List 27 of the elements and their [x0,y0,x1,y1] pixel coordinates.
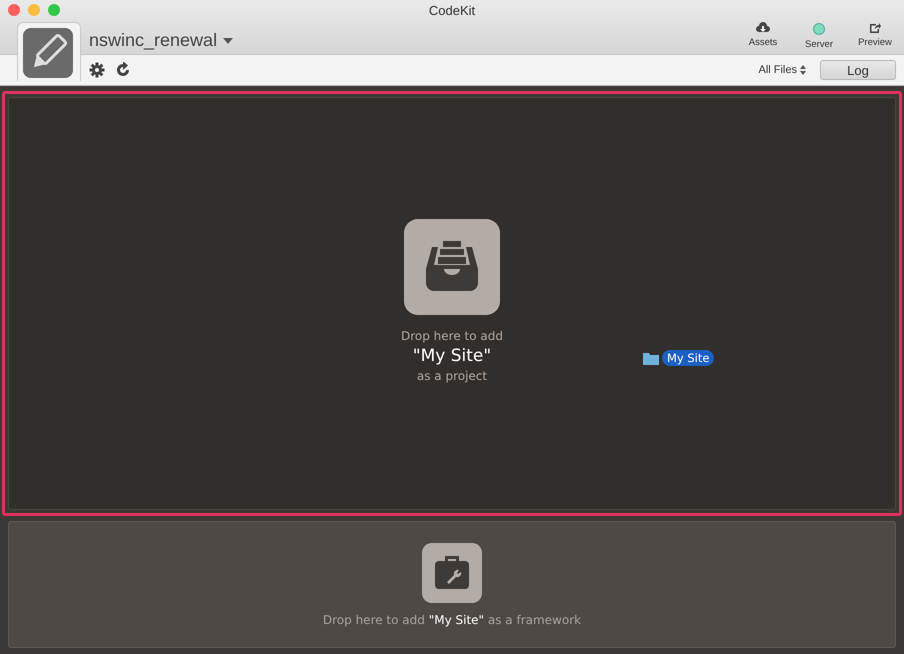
toolbar-button[interactable]: Server [798,22,840,50]
stepper-icon [800,65,806,75]
close-button[interactable] [8,4,20,16]
drop-hint: Drop here to add "My Site" as a framework [322,612,582,626]
settings-icon[interactable] [89,62,105,78]
drop-hint: as a project [416,368,488,382]
pencil-icon [23,28,73,78]
toolbar-button[interactable]: Preview [854,22,896,50]
log-button[interactable]: Log [820,60,896,80]
folder-icon [643,352,659,364]
toolbar-button[interactable]: Assets [742,22,784,50]
dragged-item-label: My Site [662,350,714,366]
caret-icon [223,38,234,44]
status-dot [813,23,825,35]
share-icon [869,22,881,34]
project-selector[interactable]: nswinc_renewal [89,30,234,51]
framework-drop-zone[interactable]: Drop here to add "My Site" as a framework [8,521,896,648]
window-title: CodeKit [428,3,476,18]
refresh-icon[interactable] [115,62,131,78]
inbox-tray-icon [404,218,500,314]
toolbox-icon [422,542,482,602]
project-drop-zone[interactable]: Drop here to add "My Site" as a project My Site [2,91,902,516]
project-name: "My Site" [412,346,492,366]
filter-dropdown[interactable]: All Files [758,64,806,76]
cloud-download-icon [756,22,770,34]
project-tab[interactable] [17,22,81,81]
drop-hint: Drop here to add [401,328,503,342]
